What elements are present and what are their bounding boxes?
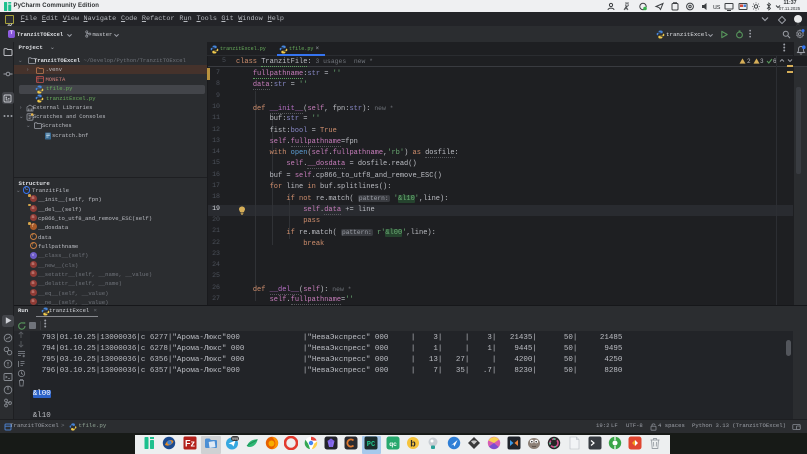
- svg-text:b: b: [410, 439, 416, 449]
- svg-text:PC: PC: [367, 441, 375, 449]
- svg-text:999: 999: [232, 437, 238, 441]
- svg-text:qc: qc: [389, 441, 397, 448]
- svg-text:us: us: [713, 4, 721, 11]
- svg-text:Fz: Fz: [185, 439, 195, 449]
